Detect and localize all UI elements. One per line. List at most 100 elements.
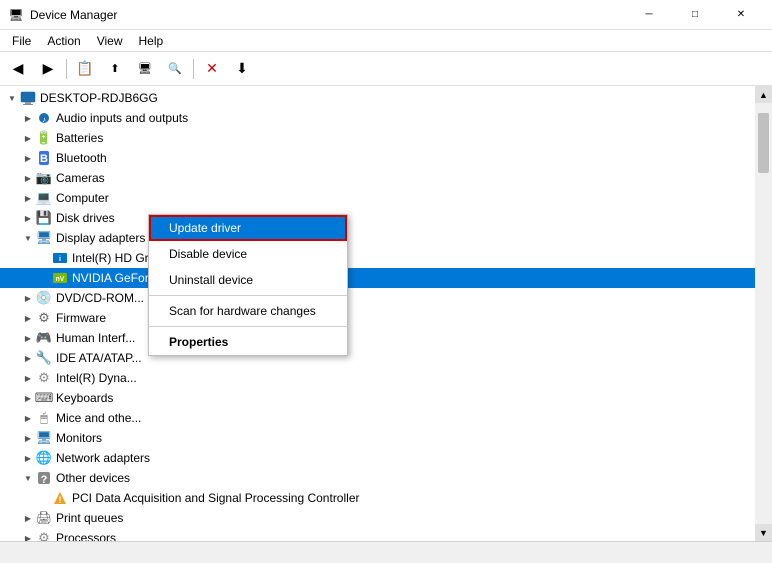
tree-item-bluetooth[interactable]: ▶BBluetooth [0, 148, 755, 168]
tree-icon-audio: ♪ [36, 110, 52, 126]
ctx-item-properties[interactable]: Properties [149, 329, 347, 355]
ctx-item-update-driver[interactable]: Update driver [149, 215, 347, 241]
tree-expander-desktop[interactable]: ▼ [4, 90, 20, 106]
uninstall-button[interactable]: ✕ [198, 55, 226, 83]
scroll-up-button[interactable]: ▲ [755, 86, 772, 103]
tree-item-firmware[interactable]: ▶⚙Firmware [0, 308, 755, 328]
ctx-item-disable-device[interactable]: Disable device [149, 241, 347, 267]
tree-item-pci[interactable]: ! PCI Data Acquisition and Signal Process… [0, 488, 755, 508]
tree-expander-network[interactable]: ▶ [20, 450, 36, 466]
tree-item-printq[interactable]: ▶🖨Print queues [0, 508, 755, 528]
tree-item-ide[interactable]: ▶🔧IDE ATA/ATAP... [0, 348, 755, 368]
svg-text:♪: ♪ [42, 115, 46, 124]
tree-item-intel-hd[interactable]: iIntel(R) HD Graphics 520 [0, 248, 755, 268]
toolbar-separator-2 [193, 59, 194, 79]
tree-item-miceother[interactable]: ▶🖱Mice and othe... [0, 408, 755, 428]
tree-expander-inteldyn[interactable]: ▶ [20, 370, 36, 386]
tree-expander-printq[interactable]: ▶ [20, 510, 36, 526]
tree-label-audio: Audio inputs and outputs [56, 111, 188, 125]
ctx-separator-3 [149, 295, 347, 296]
tree-expander-diskdrives[interactable]: ▶ [20, 210, 36, 226]
tree-expander-dvd[interactable]: ▶ [20, 290, 36, 306]
tree-expander-pci [36, 490, 52, 506]
tree-item-processors[interactable]: ▶⚙Processors [0, 528, 755, 541]
tree-item-monitors[interactable]: ▶🖥 Monitors [0, 428, 755, 448]
tree-item-inteldyn[interactable]: ▶⚙Intel(R) Dyna... [0, 368, 755, 388]
forward-button[interactable]: ▶ [34, 55, 62, 83]
tree-icon-computer: 💻 [36, 190, 52, 206]
toolbar-separator-1 [66, 59, 67, 79]
tree-expander-firmware[interactable]: ▶ [20, 310, 36, 326]
scroll-down-button[interactable]: ▼ [755, 524, 772, 541]
maximize-button[interactable]: □ [672, 0, 718, 30]
tree-label-dvd: DVD/CD-ROM... [56, 291, 144, 305]
tree-item-cameras[interactable]: ▶📷Cameras [0, 168, 755, 188]
tree-label-firmware: Firmware [56, 311, 106, 325]
menu-item-help[interactable]: Help [131, 32, 172, 50]
tree-label-diskdrives: Disk drives [56, 211, 115, 225]
add-device-button[interactable]: ⬇ [228, 55, 256, 83]
tree-icon-diskdrives: 💾 [36, 210, 52, 226]
tree-item-audio[interactable]: ▶ ♪ Audio inputs and outputs [0, 108, 755, 128]
tree-item-diskdrives[interactable]: ▶💾 Disk drives [0, 208, 755, 228]
tree-expander-computer[interactable]: ▶ [20, 190, 36, 206]
tree-icon-batteries: 🔋 [36, 130, 52, 146]
scrollbar[interactable]: ▲ ▼ [755, 86, 772, 541]
svg-text:i: i [59, 256, 61, 263]
tree-expander-audio[interactable]: ▶ [20, 110, 36, 126]
tree-label-pci: PCI Data Acquisition and Signal Processi… [72, 491, 359, 505]
tree-label-monitors: Monitors [56, 431, 102, 445]
tree-item-dvd[interactable]: ▶💿DVD/CD-ROM... [0, 288, 755, 308]
menu-item-view[interactable]: View [89, 32, 131, 50]
minimize-button[interactable]: ─ [626, 0, 672, 30]
tree-label-display: Display adapters [56, 231, 145, 245]
tree-item-desktop[interactable]: ▼ DESKTOP-RDJB6GG [0, 88, 755, 108]
tree-expander-miceother[interactable]: ▶ [20, 410, 36, 426]
tree-icon-inteldyn: ⚙ [36, 370, 52, 386]
scan-button[interactable]: 🔍 [161, 55, 189, 83]
device-icon-button[interactable]: 🖥 [131, 55, 159, 83]
back-button[interactable]: ◀ [4, 55, 32, 83]
tree-item-keyboards[interactable]: ▶⌨Keyboards [0, 388, 755, 408]
tree-icon-miceother: 🖱 [36, 410, 52, 426]
ctx-separator-5 [149, 326, 347, 327]
device-tree[interactable]: ▼ DESKTOP-RDJB6GG ▶ ♪ Audio inputs and outpu… [0, 86, 755, 541]
scroll-track[interactable] [755, 103, 772, 524]
tree-expander-batteries[interactable]: ▶ [20, 130, 36, 146]
tree-item-batteries[interactable]: ▶🔋Batteries [0, 128, 755, 148]
title-bar: 🖥 Device Manager ─ □ ✕ [0, 0, 772, 30]
tree-expander-otherdevices[interactable]: ▼ [20, 470, 36, 486]
ctx-item-scan-for-hardware-changes[interactable]: Scan for hardware changes [149, 298, 347, 324]
tree-label-desktop: DESKTOP-RDJB6GG [40, 91, 158, 105]
svg-text:!: ! [59, 495, 62, 505]
tree-item-display[interactable]: ▼🖥Display adapters [0, 228, 755, 248]
menu-item-action[interactable]: Action [39, 32, 88, 50]
close-button[interactable]: ✕ [718, 0, 764, 30]
properties-button[interactable]: 📋 [71, 55, 99, 83]
tree-item-nvidia[interactable]: nVNVIDIA GeForce 940M [0, 268, 755, 288]
tree-expander-intel-hd [36, 250, 52, 266]
tree-expander-processors[interactable]: ▶ [20, 530, 36, 541]
tree-item-humaninterf[interactable]: ▶🎮Human Interf... [0, 328, 755, 348]
tree-label-cameras: Cameras [56, 171, 105, 185]
tree-expander-ide[interactable]: ▶ [20, 350, 36, 366]
ctx-item-uninstall-device[interactable]: Uninstall device [149, 267, 347, 293]
tree-item-network[interactable]: ▶🌐Network adapters [0, 448, 755, 468]
update-driver-button[interactable]: ⬆ [101, 55, 129, 83]
tree-icon-monitors: 🖥 [36, 430, 52, 446]
tree-item-computer[interactable]: ▶💻Computer [0, 188, 755, 208]
tree-expander-monitors[interactable]: ▶ [20, 430, 36, 446]
menu-item-file[interactable]: File [4, 32, 39, 50]
tree-label-humaninterf: Human Interf... [56, 331, 135, 345]
scroll-thumb[interactable] [758, 113, 769, 173]
tree-item-otherdevices[interactable]: ▼?Other devices [0, 468, 755, 488]
tree-expander-cameras[interactable]: ▶ [20, 170, 36, 186]
tree-expander-display[interactable]: ▼ [20, 230, 36, 246]
status-bar [0, 541, 772, 563]
main-area: ▼ DESKTOP-RDJB6GG ▶ ♪ Audio inputs and outpu… [0, 86, 772, 541]
tree-expander-bluetooth[interactable]: ▶ [20, 150, 36, 166]
tree-expander-humaninterf[interactable]: ▶ [20, 330, 36, 346]
menu-bar: FileActionViewHelp [0, 30, 772, 52]
tree-label-network: Network adapters [56, 451, 150, 465]
tree-expander-keyboards[interactable]: ▶ [20, 390, 36, 406]
